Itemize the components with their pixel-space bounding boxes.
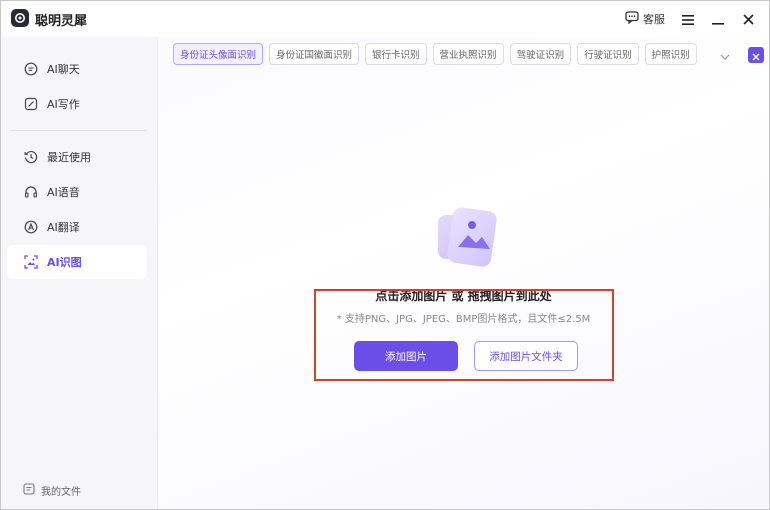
tabs-expand-button[interactable] (717, 45, 733, 63)
sidebar-item-label: AI语音 (47, 186, 80, 199)
panel-close-button[interactable] (748, 47, 764, 63)
write-icon (23, 96, 39, 112)
sidebar-item-label: AI聊天 (47, 63, 80, 76)
my-files-link[interactable]: 我的文件 (23, 483, 81, 498)
my-files-label: 我的文件 (41, 487, 81, 498)
sidebar-item-label: AI翻译 (47, 221, 80, 234)
hamburger-icon (682, 10, 694, 29)
menu-button[interactable] (675, 7, 701, 31)
tab-bank-card[interactable]: 银行卡识别 (365, 43, 427, 65)
minimize-icon (712, 10, 724, 29)
chevron-down-icon (720, 45, 730, 64)
sidebar-item-recent[interactable]: 最近使用 (7, 140, 147, 174)
sidebar: AI聊天 AI写作 最近使用 AI语音 AI翻译 AI识图 我的文件 (1, 37, 158, 509)
minimize-button[interactable] (705, 7, 731, 31)
tab-business-license[interactable]: 营业执照识别 (432, 43, 504, 65)
app-logo-icon (11, 9, 29, 27)
title-bar: 聪明灵犀 客服 (1, 1, 769, 37)
voice-icon (23, 184, 39, 200)
customer-service-label: 客服 (643, 13, 665, 26)
sidebar-item-ai-translate[interactable]: AI翻译 (7, 210, 147, 244)
file-icon (23, 483, 35, 498)
sidebar-item-label: 最近使用 (47, 151, 91, 164)
sidebar-item-label: AI写作 (47, 98, 80, 111)
sidebar-item-ai-image-recognition[interactable]: AI识图 (7, 245, 147, 279)
customer-service-button[interactable]: 客服 (619, 7, 671, 31)
history-icon (23, 149, 39, 165)
tab-vehicle-license[interactable]: 行驶证识别 (577, 43, 639, 65)
tab-id-card-front[interactable]: 身份证头像面识别 (173, 43, 264, 65)
main-panel: 身份证头像面识别 身份证国徽面识别 银行卡识别 营业执照识别 驾驶证识别 行驶证… (158, 37, 769, 509)
close-icon (742, 10, 754, 29)
translate-icon (23, 219, 39, 235)
sidebar-item-ai-voice[interactable]: AI语音 (7, 175, 147, 209)
chat-icon (23, 61, 39, 77)
sidebar-item-ai-chat[interactable]: AI聊天 (7, 52, 147, 86)
app-title: 聪明灵犀 (35, 14, 88, 29)
sidebar-divider (11, 130, 147, 131)
sidebar-item-ai-writing[interactable]: AI写作 (7, 87, 147, 121)
tab-driver-license[interactable]: 驾驶证识别 (509, 43, 572, 65)
close-icon (752, 46, 760, 65)
chat-bubble-icon (625, 11, 639, 27)
sidebar-item-label: AI识图 (47, 256, 82, 269)
tab-passport[interactable]: 护照识别 (644, 43, 697, 65)
image-upload-icon (436, 207, 498, 269)
annotation-highlight-box (314, 289, 614, 381)
close-button[interactable] (735, 7, 761, 31)
app-window: 聪明灵犀 客服 AI聊天 AI写作 最近使用 AI语音 AI翻译 AI识图 我的… (0, 0, 770, 510)
recognition-tabs: 身份证头像面识别 身份证国徽面识别 银行卡识别 营业执照识别 驾驶证识别 行驶证… (173, 43, 697, 65)
tab-id-card-back[interactable]: 身份证国徽面识别 (269, 43, 360, 65)
scan-image-icon (23, 254, 39, 270)
